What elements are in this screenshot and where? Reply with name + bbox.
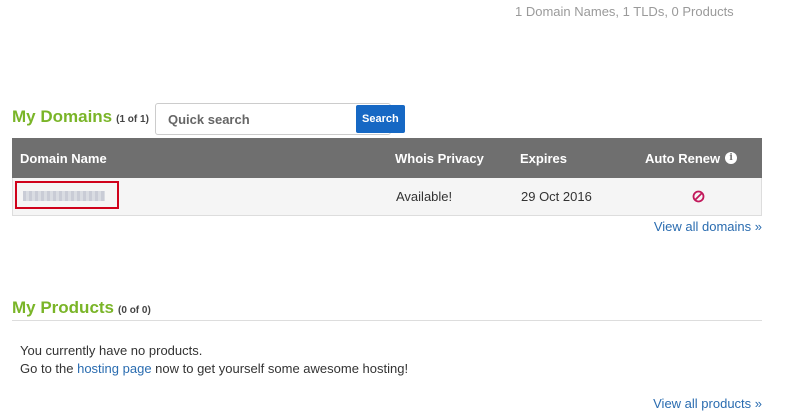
column-header-expires[interactable]: Expires xyxy=(520,151,567,166)
domains-table-header: Domain Name Whois Privacy Expires Auto R… xyxy=(12,138,762,178)
section-divider xyxy=(12,320,762,321)
my-products-title: My Products xyxy=(12,298,115,317)
quick-search-input[interactable] xyxy=(156,104,355,134)
auto-renew-label: Auto Renew xyxy=(645,150,721,166)
column-header-domain-name[interactable]: Domain Name xyxy=(20,151,107,166)
quick-search-box: Search xyxy=(155,103,405,135)
view-all-products-link[interactable]: View all products » xyxy=(653,396,762,411)
search-button[interactable]: Search xyxy=(356,105,405,133)
hosting-page-link[interactable]: hosting page xyxy=(77,361,151,376)
expiry-date: 29 Oct 2016 xyxy=(521,189,592,204)
products-empty-message: You currently have no products. Go to th… xyxy=(20,342,408,378)
promo-prefix: Go to the xyxy=(20,361,78,376)
account-summary: 1 Domain Names, 1 TLDs, 0 Products xyxy=(515,4,734,19)
hosting-promo-line: Go to the hosting page now to get yourse… xyxy=(20,360,408,378)
redacted-domain-name xyxy=(23,191,105,201)
whois-privacy-status: Available! xyxy=(396,189,453,204)
domains-table: Domain Name Whois Privacy Expires Auto R… xyxy=(12,138,762,216)
column-header-whois-privacy[interactable]: Whois Privacy xyxy=(395,151,484,166)
my-products-count: (0 of 0) xyxy=(118,305,151,316)
info-icon[interactable]: i xyxy=(725,152,738,164)
my-domains-count: (1 of 1) xyxy=(116,114,149,125)
column-header-auto-renew: Auto Renew i xyxy=(645,150,738,166)
ban-icon[interactable] xyxy=(692,190,705,206)
table-row: Available! 29 Oct 2016 xyxy=(12,178,762,216)
my-domains-title: My Domains xyxy=(12,107,113,126)
domain-name-link[interactable] xyxy=(15,181,119,209)
my-domains-heading: My Domains (1 of 1) xyxy=(12,107,149,127)
view-all-domains-link[interactable]: View all domains » xyxy=(654,219,762,234)
no-products-text: You currently have no products. xyxy=(20,343,203,358)
promo-suffix: now to get yourself some awesome hosting… xyxy=(151,361,409,376)
my-products-heading: My Products (0 of 0) xyxy=(12,298,151,318)
